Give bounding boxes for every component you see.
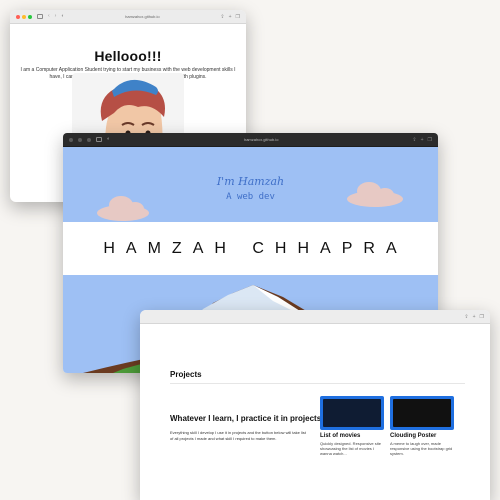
- address-bar[interactable]: hamzahcx.github.io: [125, 14, 159, 19]
- share-icon[interactable]: ⇪: [412, 137, 416, 143]
- project-description: A meme to laugh over, made responsive us…: [390, 441, 453, 456]
- maximize-icon[interactable]: [28, 14, 32, 19]
- brand-name: HAMZAH CHHAPRA: [63, 222, 438, 275]
- maximize-icon[interactable]: [87, 137, 91, 142]
- share-icon[interactable]: ⇪: [220, 14, 224, 20]
- project-thumbnail[interactable]: [390, 396, 454, 430]
- project-title[interactable]: List of movies: [320, 433, 384, 439]
- forward-icon[interactable]: ›: [55, 14, 57, 19]
- browser-toolbar: ‹ › ◐ hamzahcx.github.io ⇪ + ❐: [10, 10, 246, 24]
- new-tab-icon[interactable]: +: [473, 314, 476, 320]
- share-icon[interactable]: ⇪: [464, 314, 468, 320]
- browser-toolbar: ◐ hamzahcx.github.io ⇪ + ❐: [63, 133, 438, 147]
- new-tab-icon[interactable]: +: [421, 137, 424, 143]
- hero-name: I'm Hamzah: [216, 175, 285, 188]
- tabs-icon[interactable]: ❐: [428, 137, 432, 143]
- close-icon[interactable]: [69, 137, 73, 142]
- close-icon[interactable]: [16, 14, 20, 19]
- new-tab-icon[interactable]: +: [229, 14, 232, 20]
- sidebar-icon[interactable]: [96, 137, 102, 142]
- section-title: Projects: [170, 370, 202, 379]
- projects-description: Everything skill I develop I use it in p…: [170, 430, 306, 441]
- tabs-icon[interactable]: ❐: [236, 14, 240, 20]
- project-thumbnail[interactable]: [320, 396, 384, 430]
- project-card[interactable]: List of movies Quickly designed. Respons…: [320, 396, 384, 456]
- privacy-icon[interactable]: ◐: [107, 137, 110, 142]
- privacy-icon[interactable]: ◐: [61, 14, 64, 19]
- browser-window-projects: ⇪ + ❐ Projects Whatever I learn, I pract…: [140, 310, 490, 500]
- tabs-icon[interactable]: ❐: [480, 314, 484, 320]
- hero-role: A web dev: [226, 192, 275, 202]
- window-controls[interactable]: [16, 14, 32, 19]
- project-title[interactable]: Clouding Poster: [390, 433, 454, 439]
- divider: [170, 383, 465, 384]
- minimize-icon[interactable]: [22, 14, 26, 19]
- sidebar-icon[interactable]: [37, 14, 43, 19]
- page-heading: Hellooo!!!: [94, 48, 162, 64]
- projects-tagline: Whatever I learn, I practice it in proje…: [170, 414, 322, 423]
- project-card[interactable]: Clouding Poster A meme to laugh over, ma…: [390, 396, 454, 456]
- back-icon[interactable]: ‹: [48, 14, 50, 19]
- address-bar[interactable]: hamzahcx.github.io: [244, 137, 278, 142]
- minimize-icon[interactable]: [78, 137, 82, 142]
- hero-banner: I'm Hamzah A web dev: [63, 147, 438, 222]
- project-description: Quickly designed. Responsive site showca…: [320, 441, 381, 456]
- browser-toolbar: ⇪ + ❐: [140, 310, 490, 324]
